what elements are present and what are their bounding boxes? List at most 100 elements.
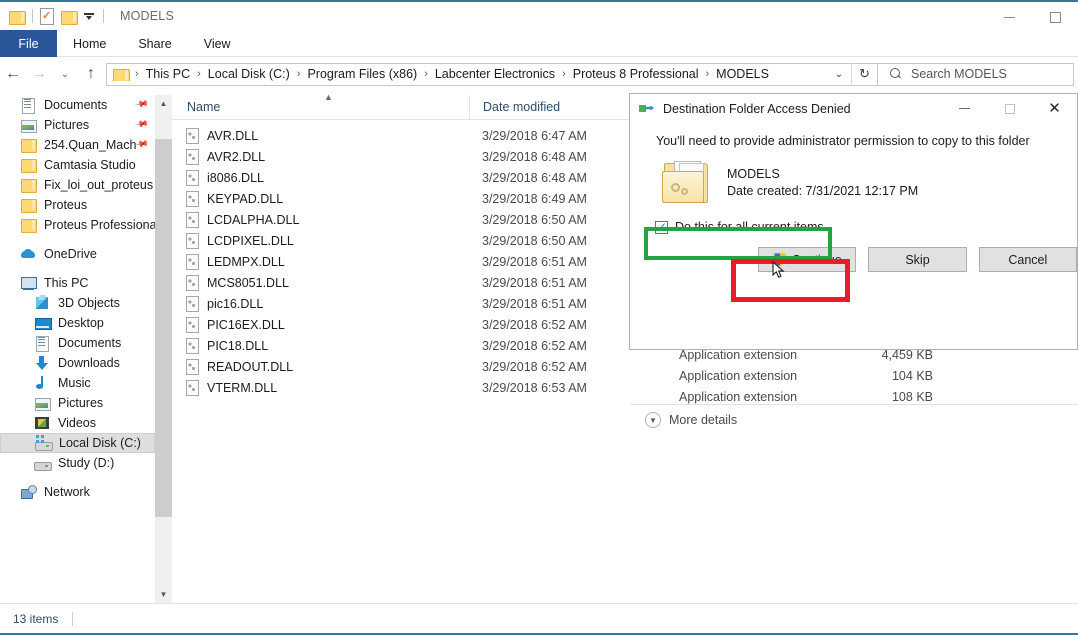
sidebar-item-documents[interactable]: Documents: [0, 333, 155, 353]
breadcrumb-item-this-pc[interactable]: This PC: [144, 67, 192, 81]
nav-group-gap: [0, 264, 155, 273]
scroll-up-icon[interactable]: ▲: [155, 95, 172, 112]
sidebar-item-pictures[interactable]: Pictures: [0, 393, 155, 413]
search-placeholder: Search MODELS: [911, 67, 1007, 81]
dialog-title-bar: Destination Folder Access Denied ✕: [630, 94, 1077, 123]
tab-view[interactable]: View: [188, 30, 247, 57]
sidebar-item-proteus[interactable]: Proteus: [0, 195, 155, 215]
breadcrumb-separator: ›: [705, 68, 710, 80]
sidebar-item-label: Study (D:): [58, 456, 115, 470]
up-button[interactable]: ↑: [78, 57, 104, 91]
videos-icon: [34, 415, 51, 431]
sidebar-item-label: Pictures: [44, 118, 90, 132]
breadcrumb-item-labcenter[interactable]: Labcenter Electronics: [433, 67, 557, 81]
table-row-occluded[interactable]: Application extension 104 KB: [172, 365, 1078, 386]
sidebar-item-camtasia-studio[interactable]: Camtasia Studio: [0, 155, 155, 175]
downloads-icon: [34, 355, 51, 371]
sidebar-item-pictures[interactable]: Pictures 📌: [0, 115, 155, 135]
sidebar-item-254-quan-mach[interactable]: 254.Quan_Mach 📌: [0, 135, 155, 155]
breadcrumb-separator: ›: [135, 68, 139, 80]
tab-file[interactable]: File: [0, 30, 57, 57]
sidebar-item-fix-loi-out-proteus[interactable]: Fix_loi_out_proteus: [0, 175, 155, 195]
scrollbar-thumb[interactable]: [155, 139, 172, 517]
dll-file-icon: [185, 191, 199, 207]
dll-file-icon: [185, 275, 199, 291]
local-disk-icon: [35, 435, 53, 451]
documents-icon: [34, 335, 51, 352]
column-header-name[interactable]: Name ▲: [172, 91, 469, 120]
customize-dropdown-icon[interactable]: [82, 9, 96, 23]
size-cell: 104 KB: [891, 368, 933, 383]
dialog-close-button[interactable]: ✕: [1032, 94, 1077, 123]
sidebar-item-local-disk-c[interactable]: Local Disk (C:): [0, 433, 155, 453]
desktop-icon: [34, 315, 52, 331]
checkbox-icon[interactable]: ✓: [655, 220, 668, 234]
sidebar-item-proteus-professional[interactable]: Proteus Professional: [0, 215, 155, 235]
this-pc-icon: [20, 275, 37, 291]
sidebar-item-3d-objects[interactable]: 3D Objects: [0, 293, 155, 313]
refresh-icon[interactable]: ↻: [851, 62, 877, 86]
scroll-down-icon[interactable]: ▼: [155, 586, 172, 603]
skip-button[interactable]: Skip: [868, 247, 967, 272]
forward-button[interactable]: →: [26, 57, 52, 91]
sort-ascending-icon: ▲: [324, 91, 333, 102]
date-modified-cell: [469, 365, 666, 386]
music-icon: [34, 375, 51, 391]
sidebar-item-desktop[interactable]: Desktop: [0, 313, 155, 333]
sidebar-item-documents[interactable]: Documents 📌: [0, 95, 155, 115]
sidebar-item-label: Fix_loi_out_proteus: [44, 178, 154, 192]
file-name-cell: KEYPAD.DLL: [172, 188, 469, 209]
sidebar-item-network[interactable]: Network: [0, 482, 155, 502]
dialog-maximize-button[interactable]: [987, 94, 1032, 123]
maximize-button[interactable]: [1032, 2, 1078, 32]
file-name-label: LEDMPX.DLL: [207, 254, 285, 269]
file-name-label: pic16.DLL: [207, 296, 264, 311]
new-folder-icon[interactable]: [9, 10, 26, 25]
dialog-message: You'll need to provide administrator per…: [656, 134, 1030, 148]
tab-home[interactable]: Home: [57, 30, 122, 57]
search-input[interactable]: Search MODELS: [878, 62, 1074, 86]
do-this-for-all-checkbox[interactable]: ✓ Do this for all current items: [655, 220, 1077, 234]
tab-share[interactable]: Share: [122, 30, 187, 57]
chevron-down-icon: ▼: [645, 412, 661, 428]
file-name-cell: MCS8051.DLL: [172, 272, 469, 293]
dll-file-icon: [185, 212, 199, 228]
sidebar-item-videos[interactable]: Videos: [0, 413, 155, 433]
file-name-label: AVR.DLL: [207, 128, 259, 143]
minimize-button[interactable]: [986, 2, 1032, 32]
properties-icon[interactable]: ✓: [40, 8, 54, 25]
sidebar-item-study-d[interactable]: Study (D:): [0, 453, 155, 473]
dll-file-icon: [185, 296, 199, 312]
breadcrumb-separator: ›: [296, 68, 301, 80]
breadcrumb-item-models[interactable]: MODELS: [714, 67, 771, 81]
more-details-toggle[interactable]: ▼ More details: [630, 412, 737, 428]
sidebar-scrollbar[interactable]: ▲ ▼: [155, 95, 172, 603]
breadcrumb-item-local-disk[interactable]: Local Disk (C:): [206, 67, 292, 81]
sidebar-item-label: OneDrive: [44, 247, 97, 261]
folder-icon: [20, 217, 37, 233]
dialog-minimize-button[interactable]: [942, 94, 987, 123]
sidebar-item-this-pc[interactable]: This PC: [0, 273, 155, 293]
file-name-label: LCDPIXEL.DLL: [207, 233, 294, 248]
chevron-down-icon[interactable]: ⌄: [827, 64, 851, 85]
breadcrumb-item-program-files[interactable]: Program Files (x86): [305, 67, 419, 81]
sidebar-item-downloads[interactable]: Downloads: [0, 353, 155, 373]
breadcrumb-bar[interactable]: › This PC › Local Disk (C:) › Program Fi…: [106, 62, 878, 86]
cancel-button[interactable]: Cancel: [978, 247, 1077, 272]
pin-icon[interactable]: 📌: [134, 117, 149, 132]
address-bar: ← → ⌄ ↑ › This PC › Local Disk (C:) › Pr…: [0, 57, 1078, 91]
folder-icon[interactable]: [61, 10, 78, 25]
file-name-label: MCS8051.DLL: [207, 275, 289, 290]
recent-locations-button[interactable]: ⌄: [52, 57, 78, 91]
folder-icon: [20, 197, 37, 213]
window-controls: [986, 2, 1078, 32]
sidebar-item-music[interactable]: Music: [0, 373, 155, 393]
breadcrumb-item-proteus[interactable]: Proteus 8 Professional: [571, 67, 701, 81]
dll-file-icon: [185, 254, 199, 270]
sidebar-item-onedrive[interactable]: OneDrive: [0, 244, 155, 264]
sidebar-item-label: 254.Quan_Mach: [44, 138, 137, 152]
back-button[interactable]: ←: [0, 57, 26, 91]
onedrive-icon: [20, 246, 37, 262]
sidebar-item-label: Documents: [44, 98, 108, 112]
pin-icon[interactable]: 📌: [134, 97, 149, 112]
